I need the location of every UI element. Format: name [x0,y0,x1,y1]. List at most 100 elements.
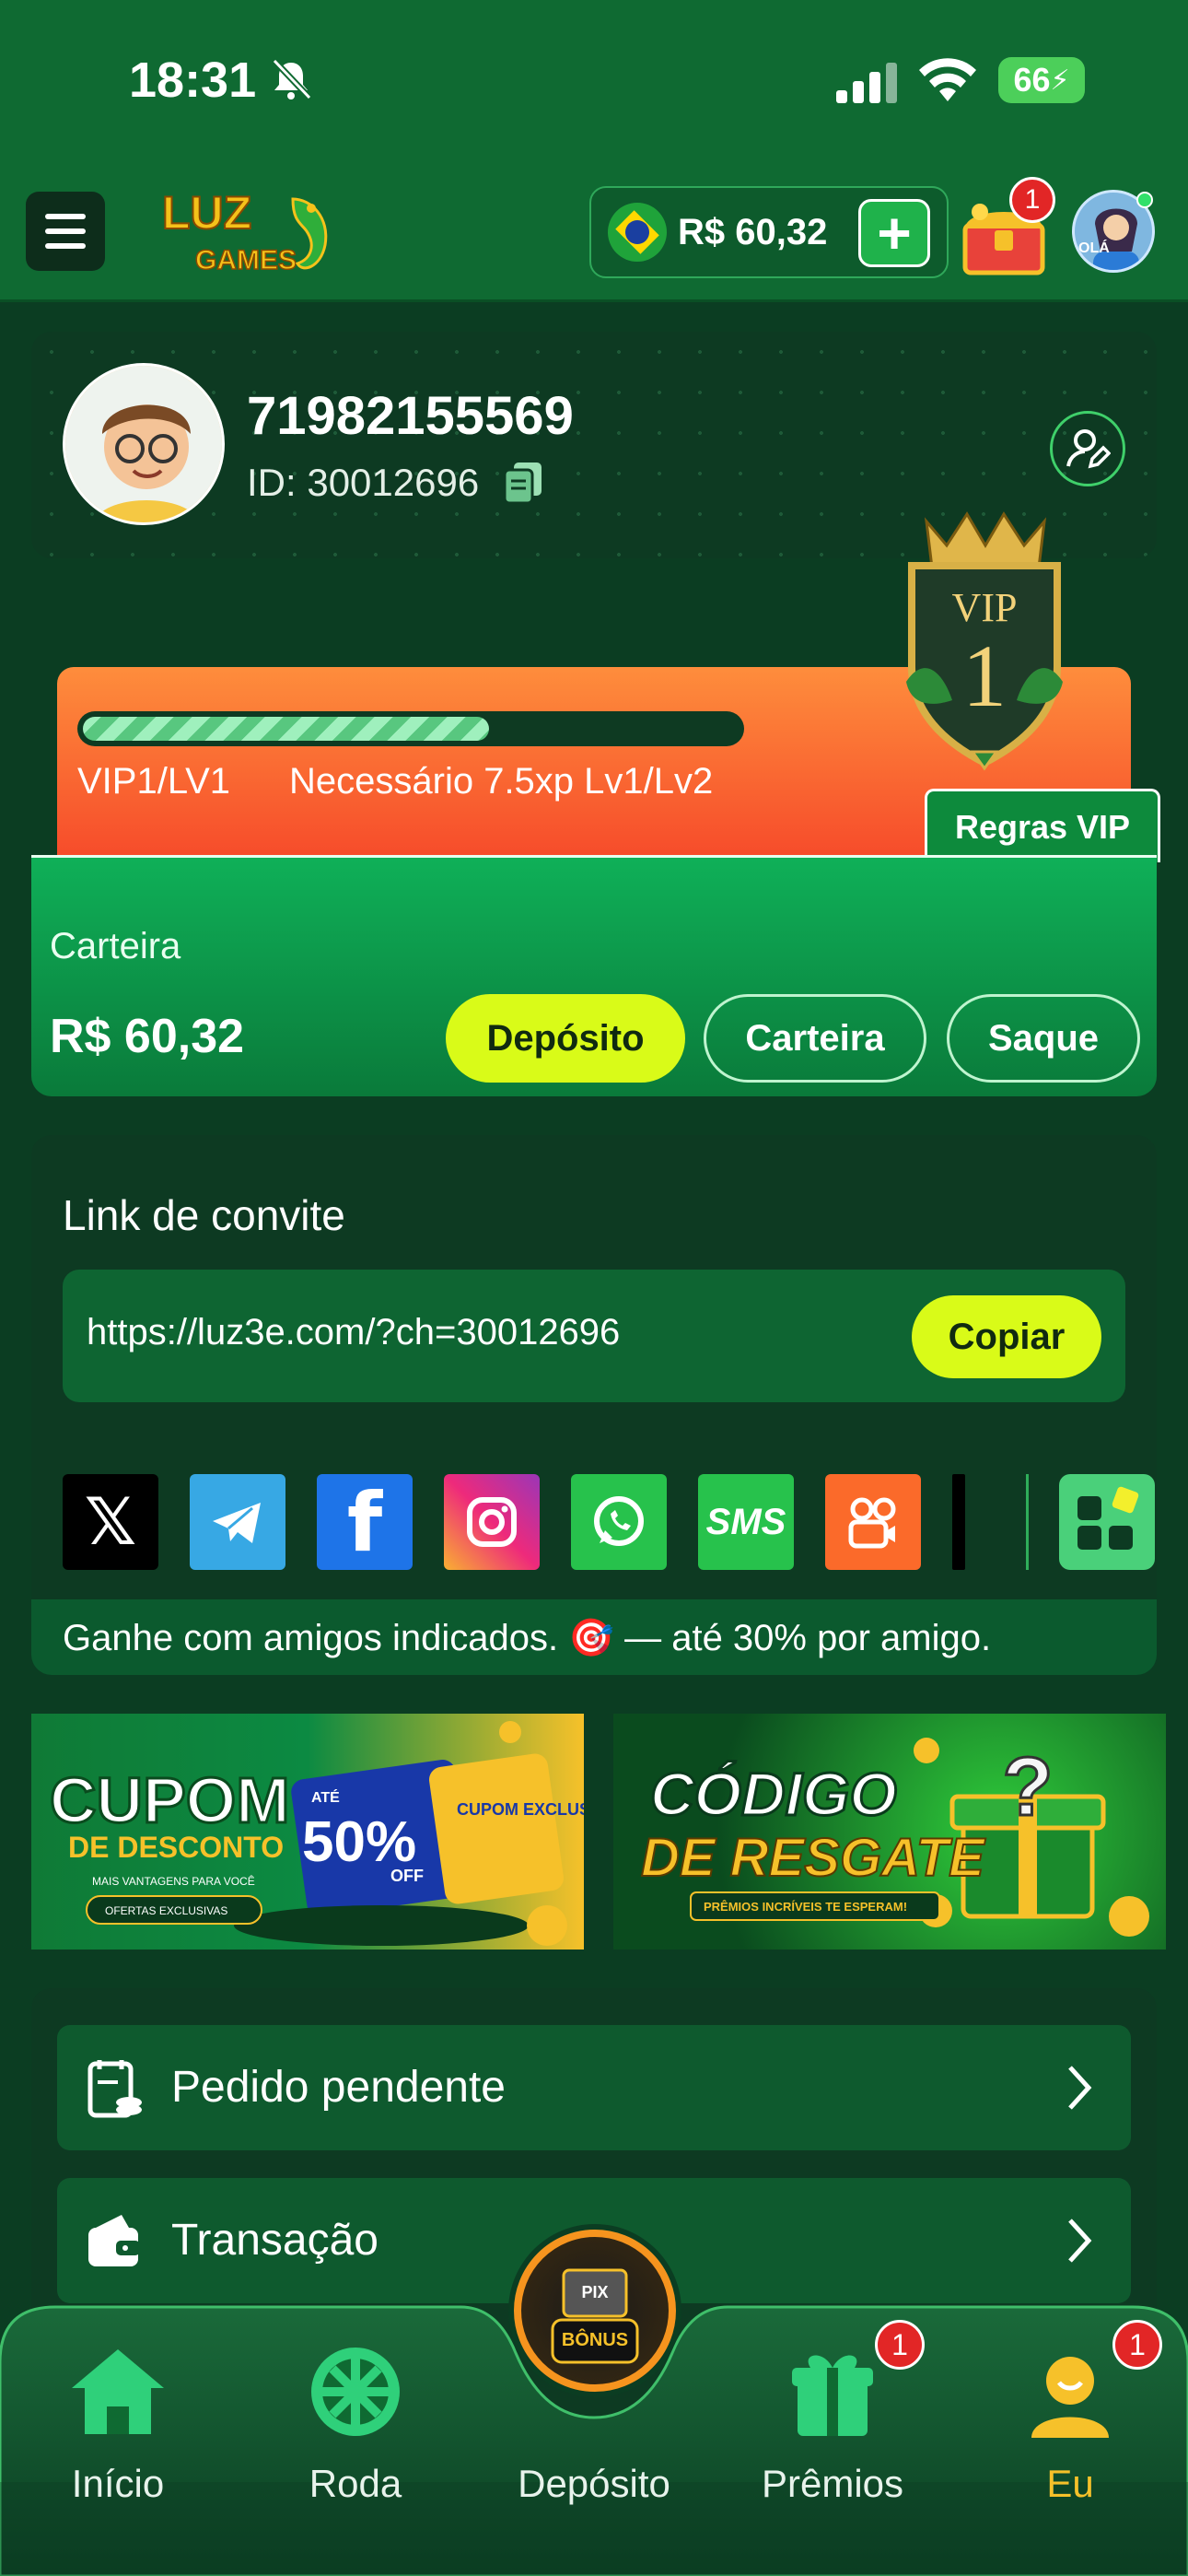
nav-wheel[interactable]: Roda [263,2335,448,2505]
coupon-upto: ATÉ [311,1788,340,1806]
share-tiktok-icon[interactable] [952,1474,965,1570]
coupon-banner-art: CUPOM DE DESCONTO MAIS VANTAGENS PARA VO… [49,1721,584,1946]
redeem-subtitle: DE RESGATE [641,1828,986,1888]
pix-bonus-icon: PIX BÔNUS [551,2268,639,2364]
coupon-ticket: CUPOM EXCLUSIVO [457,1800,584,1819]
invite-note-bar: Ganhe com amigos indicados. 🎯 — até 30% … [31,1599,1157,1675]
coupon-tagline: MAIS VANTAGENS PARA VOCÊ [92,1874,255,1888]
share-x-icon[interactable]: 𝕏 [63,1474,158,1570]
menu-item-pending-orders[interactable]: Pedido pendente [57,2025,1131,2150]
question-mark-icon: ? [1003,1741,1054,1833]
wallet-amount: R$ 60,32 [50,1010,245,1063]
online-status-dot [1136,192,1153,208]
add-funds-button[interactable]: + [858,199,930,267]
vip-shield-icon: VIP 1 [906,511,1063,771]
wifi-icon [919,58,976,101]
share-divider [1026,1474,1029,1570]
document-coins-icon [87,2060,142,2118]
user-avatar-image [65,366,222,522]
menu-button[interactable] [26,192,105,271]
share-telegram-icon[interactable] [190,1474,285,1570]
vip-progress-fill [83,717,490,741]
luz-games-logo[interactable]: LUZ GAMES [155,181,348,282]
balance-display[interactable]: R$ 60,32 + [589,186,949,278]
menu-item-label: Pedido pendente [171,2063,506,2112]
app-header: LUZ GAMES R$ 60,32 + 1 OLÁ [0,158,1188,302]
share-sms-icon[interactable]: SMS [698,1474,794,1570]
charging-bolt-icon: ⚡ [1050,64,1070,96]
wallet-card: Carteira R$ 60,32 Depósito Carteira Saqu… [31,855,1157,1096]
nav-label: Início [71,2462,165,2505]
wallet-label: Carteira [50,926,181,966]
cellular-signal-icon [836,63,897,103]
nav-deposit-center-button[interactable]: PIX BÔNUS [514,2230,676,2392]
invite-card: Link de convite https://luz3e.com/?ch=30… [31,1135,1157,1675]
vip-badge-number: 1 [962,626,1007,725]
battery-level: 66 [1013,61,1051,99]
vip-progress-bar [77,711,744,746]
vip-requirement: Necessário 7.5xp Lv1/Lv2 [289,761,714,802]
withdraw-button[interactable]: Saque [947,994,1140,1083]
nav-label: Depósito [518,2462,670,2505]
share-more-icon[interactable] [1059,1474,1155,1570]
vip-badge-title: VIP [952,585,1018,630]
bell-muted-icon [272,58,312,100]
user-edit-icon [1066,429,1111,469]
deposit-button[interactable]: Depósito [446,994,685,1083]
status-time: 18:31 [129,53,257,108]
invite-link-box: https://luz3e.com/?ch=30012696 Copiar [63,1270,1125,1402]
menu-item-label: Transação [171,2216,379,2265]
pix-bonus-text-1: PIX [581,2283,608,2301]
invite-title: Link de convite [63,1191,345,1239]
home-icon [72,2349,164,2434]
vip-rules-button[interactable]: Regras VIP [925,789,1160,862]
me-notification-badge: 1 [1112,2320,1162,2370]
avatar-label: OLÁ [1078,240,1110,256]
coupon-banner[interactable]: CUPOM DE DESCONTO MAIS VANTAGENS PARA VO… [31,1714,584,1950]
wallet-button[interactable]: Carteira [704,994,926,1083]
coupon-subtitle: DE DESCONTO [68,1831,284,1864]
share-kwai-icon[interactable] [825,1474,921,1570]
nav-me[interactable]: Eu 1 [978,2320,1162,2505]
wheel-icon [311,2348,400,2436]
copy-icon[interactable] [503,461,543,505]
invite-url[interactable]: https://luz3e.com/?ch=30012696 [87,1312,620,1353]
redeem-code-banner[interactable]: ? CÓDIGO DE RESGATE PRÊMIOS INCRÍVEIS TE… [613,1714,1166,1950]
prizes-notification-badge: 1 [875,2320,925,2370]
brazil-flag-icon [608,203,667,262]
header-balance: R$ 60,32 [678,211,828,252]
coupon-cta: OFERTAS EXCLUSIVAS [105,1904,227,1917]
user-id: ID: 30012696 [247,461,480,504]
status-bar: 18:31 66 ⚡ [0,0,1188,158]
coupon-title: CUPOM [50,1764,290,1836]
wallet-icon [88,2215,140,2266]
chest-notification-badge: 1 [1009,177,1055,223]
svg-text:GAMES: GAMES [195,245,297,275]
chevron-right-icon [1068,2066,1092,2110]
nav-home[interactable]: Início [26,2335,210,2505]
redeem-title: CÓDIGO [650,1760,897,1828]
bottom-navigation: PIX BÔNUS Início Roda Depósito Prêmios 1… [0,2230,1188,2576]
vip-level: VIP1/LV1 [77,761,231,802]
pix-bonus-text-2: BÔNUS [562,2328,628,2350]
svg-text:LUZ: LUZ [162,187,251,239]
chevron-right-icon [1068,2219,1092,2263]
coupon-discount: 50% [302,1810,416,1874]
copy-link-button[interactable]: Copiar [912,1295,1101,1378]
battery-indicator: 66 ⚡ [998,57,1085,103]
share-options: 𝕏 f SMS [63,1474,1155,1570]
edit-profile-button[interactable] [1050,411,1125,486]
nav-label: Prêmios [761,2462,904,2505]
redeem-banner-art: ? CÓDIGO DE RESGATE PRÊMIOS INCRÍVEIS TE… [640,1738,1149,1937]
nav-label: Eu [1046,2462,1094,2505]
username: 71982155569 [247,386,574,446]
coupon-off: OFF [390,1867,424,1885]
share-facebook-icon[interactable]: f [317,1474,413,1570]
share-whatsapp-icon[interactable] [571,1474,667,1570]
nav-prizes[interactable]: Prêmios 1 [740,2320,925,2505]
redeem-tagline: PRÊMIOS INCRÍVEIS TE ESPERAM! [704,1900,907,1914]
invite-note: Ganhe com amigos indicados. 🎯 — até 30% … [63,1618,992,1658]
nav-label: Roda [309,2462,402,2505]
share-instagram-icon[interactable] [444,1474,540,1570]
profile-avatar[interactable] [63,363,225,525]
